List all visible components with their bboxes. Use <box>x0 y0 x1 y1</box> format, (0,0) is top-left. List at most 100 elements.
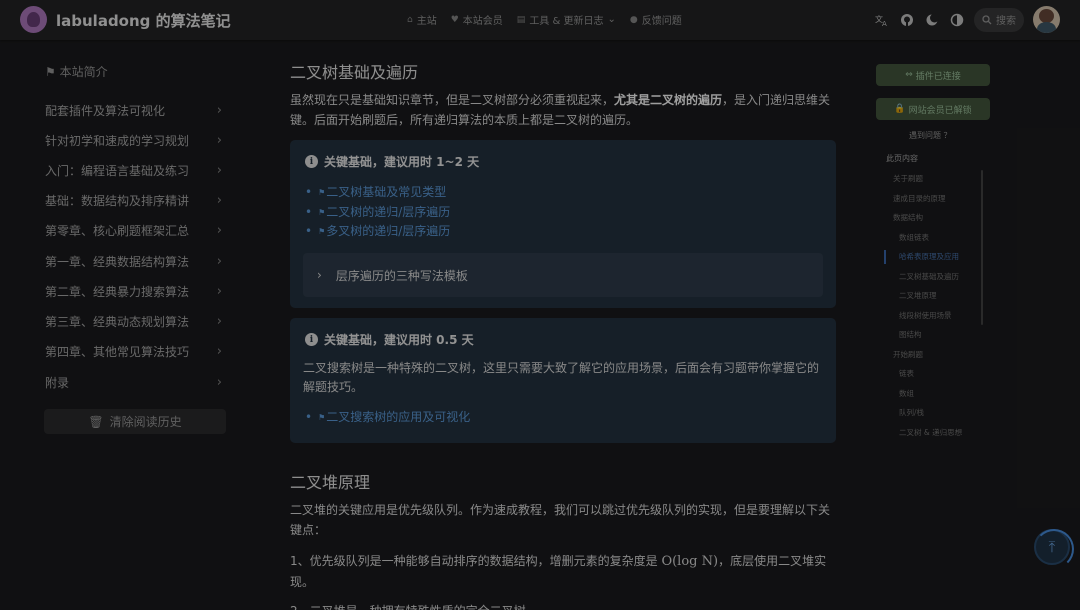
search-button[interactable]: 搜索 <box>974 7 1024 32</box>
info-callout-2: i 关键基础，建议用时 0.5 天 二叉搜索树是一种特殊的二叉树，这里只需要大致… <box>290 318 836 443</box>
sidebar-item-label: 基础：数据结构及排序精讲 <box>45 193 190 208</box>
toc-item[interactable]: 二叉树基础及遍历 <box>899 271 959 282</box>
chevron-down-icon: ⌄ <box>607 14 616 25</box>
link-icon: ⇔ <box>905 70 913 80</box>
sidebar-item-label: 配套插件及算法可视化 <box>45 103 166 118</box>
toc-item[interactable]: 队列/栈 <box>899 407 924 418</box>
toc-scroll-track[interactable] <box>981 170 983 325</box>
toc-item[interactable]: 开始刷题 <box>893 349 923 360</box>
toc-item[interactable]: 数组 <box>899 388 914 399</box>
github-icon: ● <box>629 14 638 25</box>
toc-item[interactable]: 数组链表 <box>899 232 929 243</box>
info-callout-1: i 关键基础，建议用时 1~2 天 ⚑二叉树基础及常见类型 ⚑二叉树的递归/层序… <box>290 140 836 308</box>
sidebar-item[interactable]: 针对初学和速成的学习规划 › <box>45 130 225 150</box>
sidebar-item[interactable]: 附录 › <box>45 372 225 392</box>
article-link[interactable]: 二叉树基础及常见类型 <box>326 183 446 203</box>
toc-item[interactable]: 链表 <box>899 368 914 379</box>
flag-icon: ⚑ <box>318 188 326 197</box>
sidebar-item[interactable]: 配套插件及算法可视化 › <box>45 100 225 120</box>
sidebar-item-label: 第一章、经典数据结构算法 <box>45 254 190 269</box>
site-logo[interactable] <box>20 6 47 33</box>
member-unlocked-button[interactable]: 🔒 网站会员已解锁 <box>876 98 990 120</box>
sidebar-item-label: 第零章、核心刷题框架汇总 <box>45 223 190 238</box>
top-navbar: labuladong 的算法笔记 ⌂ 主站 ♥ 本站会员 ▤ 工具 & 更新日志… <box>0 0 1080 40</box>
sidebar-item-label: 附录 <box>45 375 70 390</box>
chevron-right-icon: › <box>216 222 222 238</box>
chevron-right-icon: › <box>216 102 222 118</box>
toc-item[interactable]: 图结构 <box>899 329 922 340</box>
sidebar-item[interactable]: 基础：数据结构及排序精讲 › <box>45 190 225 210</box>
moon-icon[interactable] <box>924 12 940 28</box>
sidebar-item[interactable]: 入门：编程语言基础及练习 › <box>45 160 225 180</box>
search-icon <box>982 14 992 24</box>
chevron-right-icon: › <box>216 162 222 178</box>
contrast-icon[interactable] <box>949 12 965 28</box>
toc-active-indicator <box>884 250 886 264</box>
nav-links: ⌂ 主站 ♥ 本站会员 ▤ 工具 & 更新日志 ⌄ ● 反馈问题 <box>407 12 682 27</box>
sidebar-title[interactable]: ⚑ 本站简介 <box>45 63 108 80</box>
sidebar-item[interactable]: 第三章、经典动态规划算法 › <box>45 311 225 331</box>
toc-item[interactable]: 线段树使用场景 <box>899 310 952 321</box>
section-heading-binary-heap: 二叉堆原理 <box>290 473 371 492</box>
section-heading-binary-tree: 二叉树基础及遍历 <box>290 63 419 82</box>
avatar[interactable] <box>1033 6 1060 33</box>
section-paragraph: 1、优先级队列是一种能够自动排序的数据结构，增删元素的复杂度是 O(log N)… <box>290 554 827 589</box>
article-link[interactable]: 二叉搜索树的应用及可视化 <box>326 408 470 428</box>
nav-link-membership[interactable]: ♥ 本站会员 <box>450 12 503 28</box>
toc-item[interactable]: 速成目录的原理 <box>893 193 946 204</box>
report-issue-link[interactable]: 遇到问题 ？ <box>909 130 952 141</box>
sidebar-item[interactable]: 第零章、核心刷题框架汇总 › <box>45 220 225 240</box>
sidebar-item[interactable]: 第四章、其他常见算法技巧 › <box>45 341 225 361</box>
chevron-right-icon: › <box>216 192 222 208</box>
sidebar-item-label: 第四章、其他常见算法技巧 <box>45 344 190 359</box>
math-formula: O(log N) <box>661 554 719 569</box>
nav-link-home[interactable]: ⌂ 主站 <box>407 12 437 28</box>
details-toggle[interactable]: › 层序遍历的三种写法模板 <box>303 253 823 297</box>
flag-icon: ⚑ <box>318 413 326 422</box>
lock-icon: 🔒 <box>894 104 906 114</box>
plugin-connected-button[interactable]: ⇔ 插件已连接 <box>876 64 990 86</box>
list-item: ⚑二叉搜索树的应用及可视化 <box>305 408 470 428</box>
github-icon[interactable] <box>899 12 915 28</box>
toc-item[interactable]: 二叉树 & 递归思想 <box>899 427 962 438</box>
list-item: ⚑二叉树基础及常见类型 <box>305 183 450 203</box>
trash-icon: 🗑 <box>88 414 104 429</box>
sidebar-item-label: 第二章、经典暴力搜索算法 <box>45 284 190 299</box>
sidebar-item-label: 第三章、经典动态规划算法 <box>45 314 190 329</box>
chevron-right-icon: › <box>216 343 222 359</box>
arrow-up-icon: ⤒ <box>1048 538 1056 556</box>
toc-item[interactable]: 数据结构 <box>893 212 923 223</box>
svg-text:A: A <box>882 20 887 27</box>
back-to-top-button[interactable]: ⤒ <box>1034 529 1074 569</box>
flag-icon: ⚑ <box>45 65 56 79</box>
callout-title: 关键基础，建议用时 0.5 天 <box>324 333 474 347</box>
toc-item[interactable]: 哈希表原理及应用 <box>899 251 959 262</box>
site-title[interactable]: labuladong 的算法笔记 <box>56 10 231 31</box>
link-list: ⚑二叉树基础及常见类型 ⚑二叉树的递归/层序遍历 ⚑多叉树的递归/层序遍历 <box>305 183 450 242</box>
sidebar-item-label: 入门：编程语言基础及练习 <box>45 163 190 178</box>
nav-link-tools[interactable]: ▤ 工具 & 更新日志 ⌄ <box>517 12 616 27</box>
nav-link-feedback[interactable]: ● 反馈问题 <box>629 12 682 28</box>
article-link[interactable]: 二叉树的递归/层序遍历 <box>326 203 450 223</box>
sidebar-item[interactable]: 第一章、经典数据结构算法 › <box>45 251 225 271</box>
chevron-right-icon: › <box>216 374 222 390</box>
chevron-right-icon: › <box>216 283 222 299</box>
article-link[interactable]: 多叉树的递归/层序遍历 <box>326 222 450 242</box>
chevron-right-icon: › <box>216 132 222 148</box>
section-paragraph: 2、二叉堆是一种拥有特殊性质的完全二叉树。 <box>290 601 837 610</box>
link-list: ⚑二叉搜索树的应用及可视化 <box>305 408 470 428</box>
sidebar-item[interactable]: 第二章、经典暴力搜索算法 › <box>45 281 225 301</box>
toc-item[interactable]: 二叉堆原理 <box>899 290 937 301</box>
toc-item[interactable]: 关于刷题 <box>893 173 923 184</box>
translate-icon[interactable]: 文A <box>874 12 890 28</box>
callout-title: 关键基础，建议用时 1~2 天 <box>324 155 480 169</box>
section-paragraph: 虽然现在只是基础知识章节，但是二叉树部分必须重视起来，尤其是二叉树的遍历，是入门… <box>290 93 831 127</box>
list-item: ⚑二叉树的递归/层序遍历 <box>305 203 450 223</box>
section-paragraph: 二叉堆的关键应用是优先级队列。作为速成教程，我们可以跳过优先级队列的实现，但是要… <box>290 503 831 537</box>
flag-icon: ⚑ <box>318 227 326 236</box>
tools-icon: ▤ <box>516 14 526 25</box>
chevron-right-icon: › <box>216 253 222 269</box>
heart-icon: ♥ <box>450 14 459 25</box>
clear-history-button[interactable]: 🗑 清除阅读历史 <box>44 409 226 434</box>
chevron-right-icon: › <box>216 313 222 329</box>
